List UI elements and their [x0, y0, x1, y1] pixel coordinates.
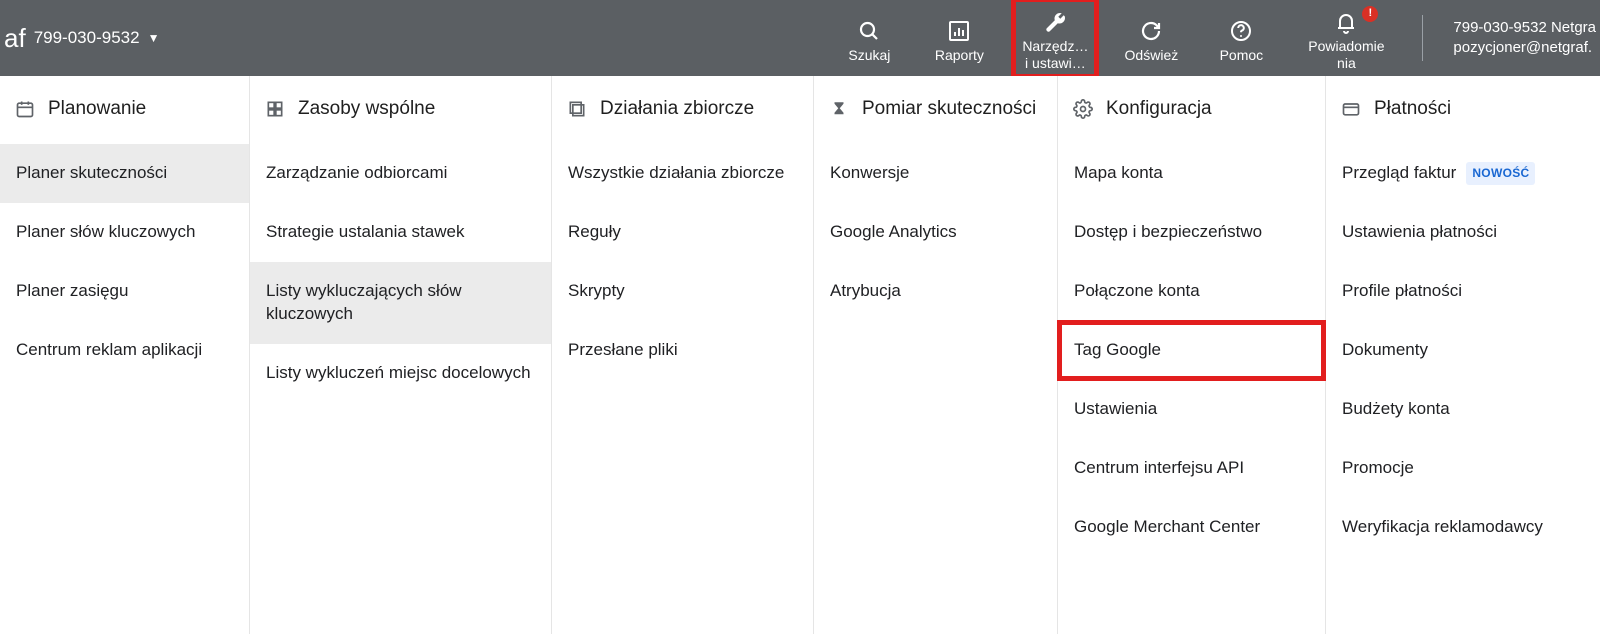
column-dzialania-zbiorcze: Działania zbiorcze Wszystkie działania z… — [552, 76, 814, 634]
notifications-label-l2: nia — [1337, 55, 1356, 72]
hourglass-icon — [828, 98, 850, 120]
menu-item-skrypty[interactable]: Skrypty — [552, 262, 813, 321]
menu-item-weryfikacja-reklamodawcy[interactable]: Weryfikacja reklamodawcy — [1326, 498, 1600, 557]
column-header-konfiguracja: Konfiguracja — [1058, 98, 1325, 144]
menu-item-promocje[interactable]: Promocje — [1326, 439, 1600, 498]
calendar-icon — [14, 98, 36, 120]
column-header-dzialania: Działania zbiorcze — [552, 98, 813, 144]
menu-item-ustawienia[interactable]: Ustawienia — [1058, 380, 1325, 439]
menu-item-merchant-center[interactable]: Google Merchant Center — [1058, 498, 1325, 557]
menu-item-google-analytics[interactable]: Google Analytics — [814, 203, 1057, 262]
tools-label-l1: Narzędz… — [1022, 38, 1088, 55]
column-zasoby-wspolne: Zasoby wspólne Zarządzanie odbiorcami St… — [250, 76, 552, 634]
menu-item-reguly[interactable]: Reguły — [552, 203, 813, 262]
tools-label-l2: i ustawi… — [1025, 55, 1086, 72]
menu-item-przeslane-pliki[interactable]: Przesłane pliki — [552, 321, 813, 380]
account-selector[interactable]: af 799-030-9532 ▼ — [4, 23, 159, 54]
column-title: Planowanie — [48, 98, 146, 120]
column-title: Zasoby wspólne — [298, 98, 435, 120]
account-line1: 799-030-9532 Netgra — [1453, 18, 1596, 38]
menu-item-dokumenty[interactable]: Dokumenty — [1326, 321, 1600, 380]
notifications-label-l1: Powiadomie — [1308, 38, 1384, 55]
menu-item-polaczone-konta[interactable]: Połączone konta — [1058, 262, 1325, 321]
brand-fragment: af — [4, 23, 26, 54]
column-header-zasoby: Zasoby wspólne — [250, 98, 551, 144]
account-info[interactable]: 799-030-9532 Netgra pozycjoner@netgraf. — [1453, 0, 1600, 76]
gear-icon — [1072, 98, 1094, 120]
menu-item-wszystkie-dzialania[interactable]: Wszystkie działania zbiorcze — [552, 144, 813, 203]
column-title: Konfiguracja — [1106, 98, 1212, 120]
library-icon — [264, 98, 286, 120]
help-label: Pomoc — [1220, 47, 1264, 64]
menu-item-zarzadzanie-odbiorcami[interactable]: Zarządzanie odbiorcami — [250, 144, 551, 203]
column-header-platnosci: Płatności — [1326, 98, 1600, 144]
column-title: Działania zbiorcze — [600, 98, 754, 120]
topbar-actions: Szukaj Raporty Narzędz… i ustawi… Odświe… — [834, 0, 1600, 76]
menu-item-profile-platnosci[interactable]: Profile płatności — [1326, 262, 1600, 321]
help-icon — [1227, 17, 1255, 45]
help-button[interactable]: Pomoc — [1206, 0, 1276, 76]
refresh-button[interactable]: Odśwież — [1116, 0, 1186, 76]
notification-badge: ! — [1362, 6, 1378, 22]
menu-item-listy-wykluczen-miejsc[interactable]: Listy wykluczeń miejsc docelowych — [250, 344, 551, 403]
column-title: Pomiar skuteczności — [862, 98, 1036, 120]
refresh-icon — [1137, 17, 1165, 45]
menu-item-dostep-bezpieczenstwo[interactable]: Dostęp i bezpieczeństwo — [1058, 203, 1325, 262]
column-konfiguracja: Konfiguracja Mapa konta Dostęp i bezpiec… — [1058, 76, 1326, 634]
chart-icon — [945, 17, 973, 45]
wrench-icon — [1041, 8, 1069, 36]
topbar: af 799-030-9532 ▼ Szukaj Raporty Narzędz… — [0, 0, 1600, 76]
menu-item-planer-zasiegu[interactable]: Planer zasięgu — [0, 262, 249, 321]
account-id: 799-030-9532 — [34, 28, 140, 48]
tools-settings-button[interactable]: Narzędz… i ustawi… — [1014, 0, 1096, 76]
menu-item-strategie-stawek[interactable]: Strategie ustalania stawek — [250, 203, 551, 262]
menu-item-listy-wykluczajacych-slow[interactable]: Listy wykluczających słów kluczowych — [250, 262, 551, 344]
menu-item-budzety-konta[interactable]: Budżety konta — [1326, 380, 1600, 439]
menu-item-planer-skutecznosci[interactable]: Planer skuteczności — [0, 144, 249, 203]
menu-item-mapa-konta[interactable]: Mapa konta — [1058, 144, 1325, 203]
search-label: Szukaj — [848, 47, 890, 64]
column-planowanie: Planowanie Planer skuteczności Planer sł… — [0, 76, 250, 634]
refresh-label: Odśwież — [1125, 47, 1179, 64]
search-icon — [855, 17, 883, 45]
reports-label: Raporty — [935, 47, 984, 64]
reports-button[interactable]: Raporty — [924, 0, 994, 76]
column-header-pomiar: Pomiar skuteczności — [814, 98, 1057, 144]
account-line2: pozycjoner@netgraf. — [1453, 38, 1596, 58]
tools-megamenu: Planowanie Planer skuteczności Planer sł… — [0, 76, 1600, 634]
menu-item-centrum-reklam-aplikacji[interactable]: Centrum reklam aplikacji — [0, 321, 249, 380]
search-button[interactable]: Szukaj — [834, 0, 904, 76]
menu-item-tag-google[interactable]: Tag Google — [1058, 321, 1325, 380]
column-header-planowanie: Planowanie — [0, 98, 249, 144]
stack-icon — [566, 98, 588, 120]
menu-item-centrum-api[interactable]: Centrum interfejsu API — [1058, 439, 1325, 498]
chevron-down-icon: ▼ — [148, 31, 160, 45]
menu-item-konwersje[interactable]: Konwersje — [814, 144, 1057, 203]
notifications-button[interactable]: ! Powiadomie nia — [1296, 0, 1396, 76]
column-pomiar-skutecznosci: Pomiar skuteczności Konwersje Google Ana… — [814, 76, 1058, 634]
menu-item-ustawienia-platnosci[interactable]: Ustawienia płatności — [1326, 203, 1600, 262]
new-badge: NOWOŚĆ — [1466, 162, 1535, 184]
menu-item-przeglad-faktur[interactable]: Przegląd faktur NOWOŚĆ — [1326, 144, 1600, 203]
bell-icon — [1332, 8, 1360, 36]
column-platnosci: Płatności Przegląd faktur NOWOŚĆ Ustawie… — [1326, 76, 1600, 634]
menu-item-planer-slow-kluczowych[interactable]: Planer słów kluczowych — [0, 203, 249, 262]
card-icon — [1340, 98, 1362, 120]
column-title: Płatności — [1374, 98, 1451, 120]
menu-item-atrybucja[interactable]: Atrybucja — [814, 262, 1057, 321]
divider — [1422, 15, 1423, 61]
